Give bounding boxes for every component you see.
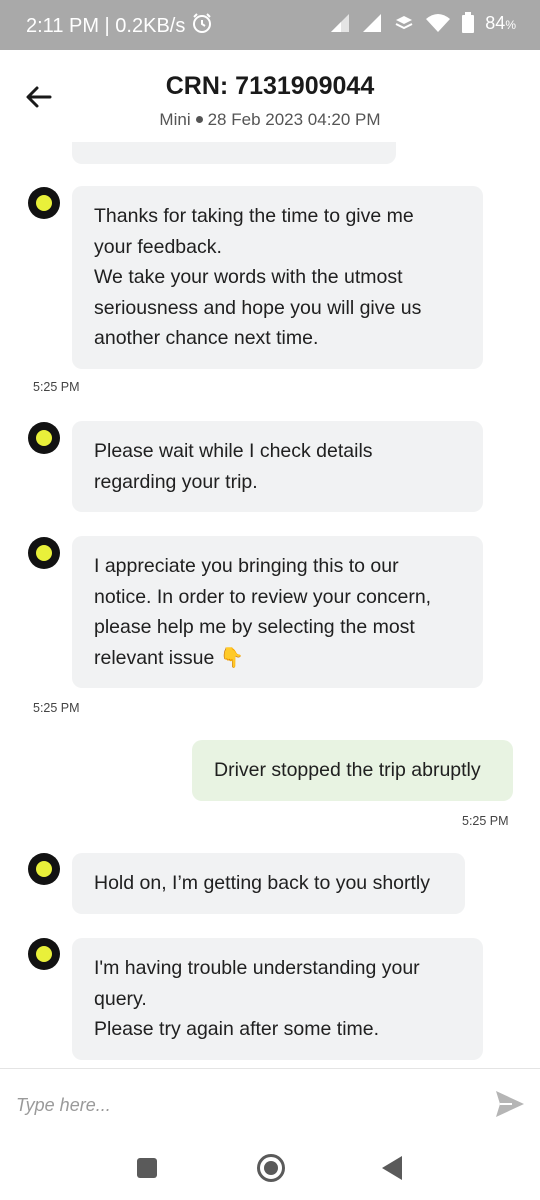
message-line: seriousness and hope you will give us: [94, 296, 422, 319]
trip-details: Mini 28 Feb 2023 04:20 PM: [0, 110, 540, 130]
message-line: notice. In order to review your concern,: [94, 585, 432, 608]
bot-avatar: [28, 187, 60, 219]
message-line: We take your words with the utmost: [94, 266, 403, 288]
message-bubble-partial: [72, 142, 396, 164]
message-line: I appreciate you bringing this to our: [94, 555, 399, 577]
message-line: regarding your trip.: [94, 470, 258, 493]
message-line: Please try again after some time.: [94, 1018, 380, 1040]
status-left: 2:11 PM | 0.2KB/s: [26, 12, 213, 40]
trip-datetime: 28 Feb 2023 04:20 PM: [207, 110, 381, 129]
message-composer: [0, 1068, 540, 1138]
message-bubble: Thanks for taking the time to give me yo…: [72, 186, 483, 369]
message-bubble: I'm having trouble understanding your qu…: [72, 938, 483, 1060]
message-line: Hold on, I’m getting back to you shortly: [94, 872, 431, 894]
outgoing-message-bubble: Driver stopped the trip abruptly: [192, 740, 513, 801]
message-bubble: Hold on, I’m getting back to you shortly: [72, 853, 465, 914]
battery-icon: [461, 12, 475, 34]
separator-dot: [195, 116, 203, 124]
message-line: Driver stopped the trip abruptly: [214, 759, 481, 781]
message-line: relevant issue 👇: [94, 646, 245, 669]
recents-button[interactable]: [137, 1158, 157, 1178]
send-button[interactable]: [494, 1089, 526, 1119]
bot-avatar: [28, 938, 60, 970]
status-time-speed: 2:11 PM | 0.2KB/s: [26, 14, 186, 37]
system-nav-bar: [0, 1138, 540, 1200]
wifi-icon: [425, 12, 451, 34]
message-line: another chance next time.: [94, 327, 319, 349]
battery-percent: 84%: [485, 12, 516, 33]
message-timestamp: 5:25 PM: [33, 380, 80, 394]
message-timestamp: 5:25 PM: [33, 701, 80, 715]
signal-icon: [361, 12, 383, 34]
status-bar: 2:11 PM | 0.2KB/s 84%: [0, 0, 540, 50]
data-saver-icon: [393, 12, 415, 34]
message-line: I'm having trouble understanding your: [94, 957, 420, 979]
system-back-button[interactable]: [382, 1156, 402, 1180]
message-bubble: I appreciate you bringing this to our no…: [72, 536, 483, 688]
signal-icon: [329, 12, 351, 34]
message-line: Thanks for taking the time to give me: [94, 205, 414, 227]
bot-avatar: [28, 853, 60, 885]
message-line: your feedback.: [94, 235, 222, 258]
send-icon: [496, 1091, 524, 1117]
message-line: Please wait while I check details: [94, 440, 373, 462]
status-right: 84%: [329, 12, 516, 34]
message-line: please help me by selecting the most: [94, 616, 415, 638]
message-input[interactable]: [16, 1091, 456, 1119]
page-title: CRN: 7131909044: [165, 72, 375, 100]
bot-avatar: [28, 422, 60, 454]
message-line: query.: [94, 987, 147, 1010]
chat-thread[interactable]: Thanks for taking the time to give me yo…: [0, 142, 540, 1068]
home-button[interactable]: [257, 1154, 285, 1182]
trip-category: Mini: [159, 110, 191, 129]
bot-avatar: [28, 537, 60, 569]
chat-header: CRN: 7131909044 Mini 28 Feb 2023 04:20 PM: [0, 50, 540, 142]
alarm-icon: [191, 12, 213, 40]
message-timestamp: 5:25 PM: [462, 814, 509, 828]
message-bubble: Please wait while I check details regard…: [72, 421, 483, 512]
